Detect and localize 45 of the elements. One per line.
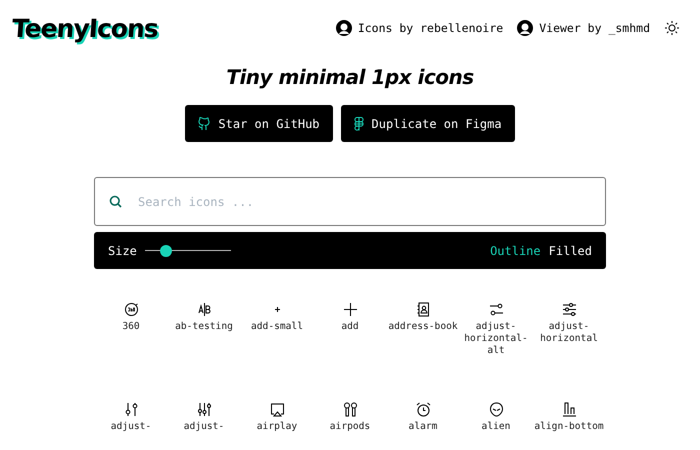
icon-name: airpods bbox=[330, 421, 370, 433]
icon-name: align-bottom bbox=[534, 421, 604, 433]
icon-preview[interactable] bbox=[416, 402, 430, 416]
search-icon bbox=[109, 195, 122, 208]
icon-preview[interactable] bbox=[562, 402, 576, 416]
author-link[interactable]: Icons by rebellenoire bbox=[336, 20, 504, 36]
icon-preview[interactable] bbox=[124, 303, 138, 316]
icon-preview[interactable] bbox=[562, 303, 576, 316]
page-title: Tiny minimal 1px icons bbox=[226, 65, 474, 91]
style-toggle[interactable]: Outline bbox=[490, 244, 541, 258]
icon-name: 360 bbox=[122, 321, 140, 333]
slider-thumb[interactable] bbox=[160, 244, 172, 256]
site-logo[interactable]: TeenyIcons bbox=[10, 14, 159, 42]
icon-preview[interactable] bbox=[270, 404, 284, 416]
icon-preview[interactable] bbox=[198, 302, 210, 316]
hero-button[interactable]: Star on GitHub bbox=[185, 105, 333, 142]
style-toggle[interactable]: Filled bbox=[548, 244, 592, 258]
size-label: Size bbox=[108, 244, 137, 258]
icon-name: adjust-horizontal-alt bbox=[463, 321, 529, 357]
icon-preview[interactable] bbox=[343, 302, 357, 316]
avatar-icon bbox=[517, 20, 534, 36]
icon-name: ab-testing bbox=[175, 321, 233, 333]
icon-name: add-small bbox=[251, 321, 303, 333]
search-field[interactable]: Search icons ... bbox=[94, 177, 606, 226]
icon-preview[interactable] bbox=[344, 402, 356, 416]
theme-toggle-icon[interactable] bbox=[664, 20, 680, 36]
icon-preview[interactable] bbox=[125, 402, 137, 416]
github-icon bbox=[198, 116, 210, 130]
icon-name: adjust-horizontal bbox=[539, 321, 599, 345]
icon-name: alarm bbox=[408, 421, 438, 433]
figma-icon bbox=[354, 116, 364, 130]
icon-name: airplay bbox=[256, 421, 298, 433]
icon-name: adjust- bbox=[184, 421, 224, 433]
icon-preview[interactable] bbox=[490, 402, 502, 416]
icon-name: add bbox=[341, 321, 359, 333]
icon-preview[interactable] bbox=[274, 306, 280, 312]
icon-name: alien bbox=[482, 421, 510, 433]
avatar-icon bbox=[336, 20, 352, 36]
icon-name: address-book bbox=[388, 321, 458, 333]
icon-name: adjust- bbox=[110, 421, 152, 433]
icon-preview[interactable] bbox=[489, 304, 503, 316]
icon-preview[interactable] bbox=[416, 302, 428, 316]
icon-preview[interactable] bbox=[198, 402, 210, 416]
hero-button[interactable]: Duplicate on Figma bbox=[340, 105, 515, 142]
author-link[interactable]: Viewer by _smhmd bbox=[517, 20, 650, 36]
